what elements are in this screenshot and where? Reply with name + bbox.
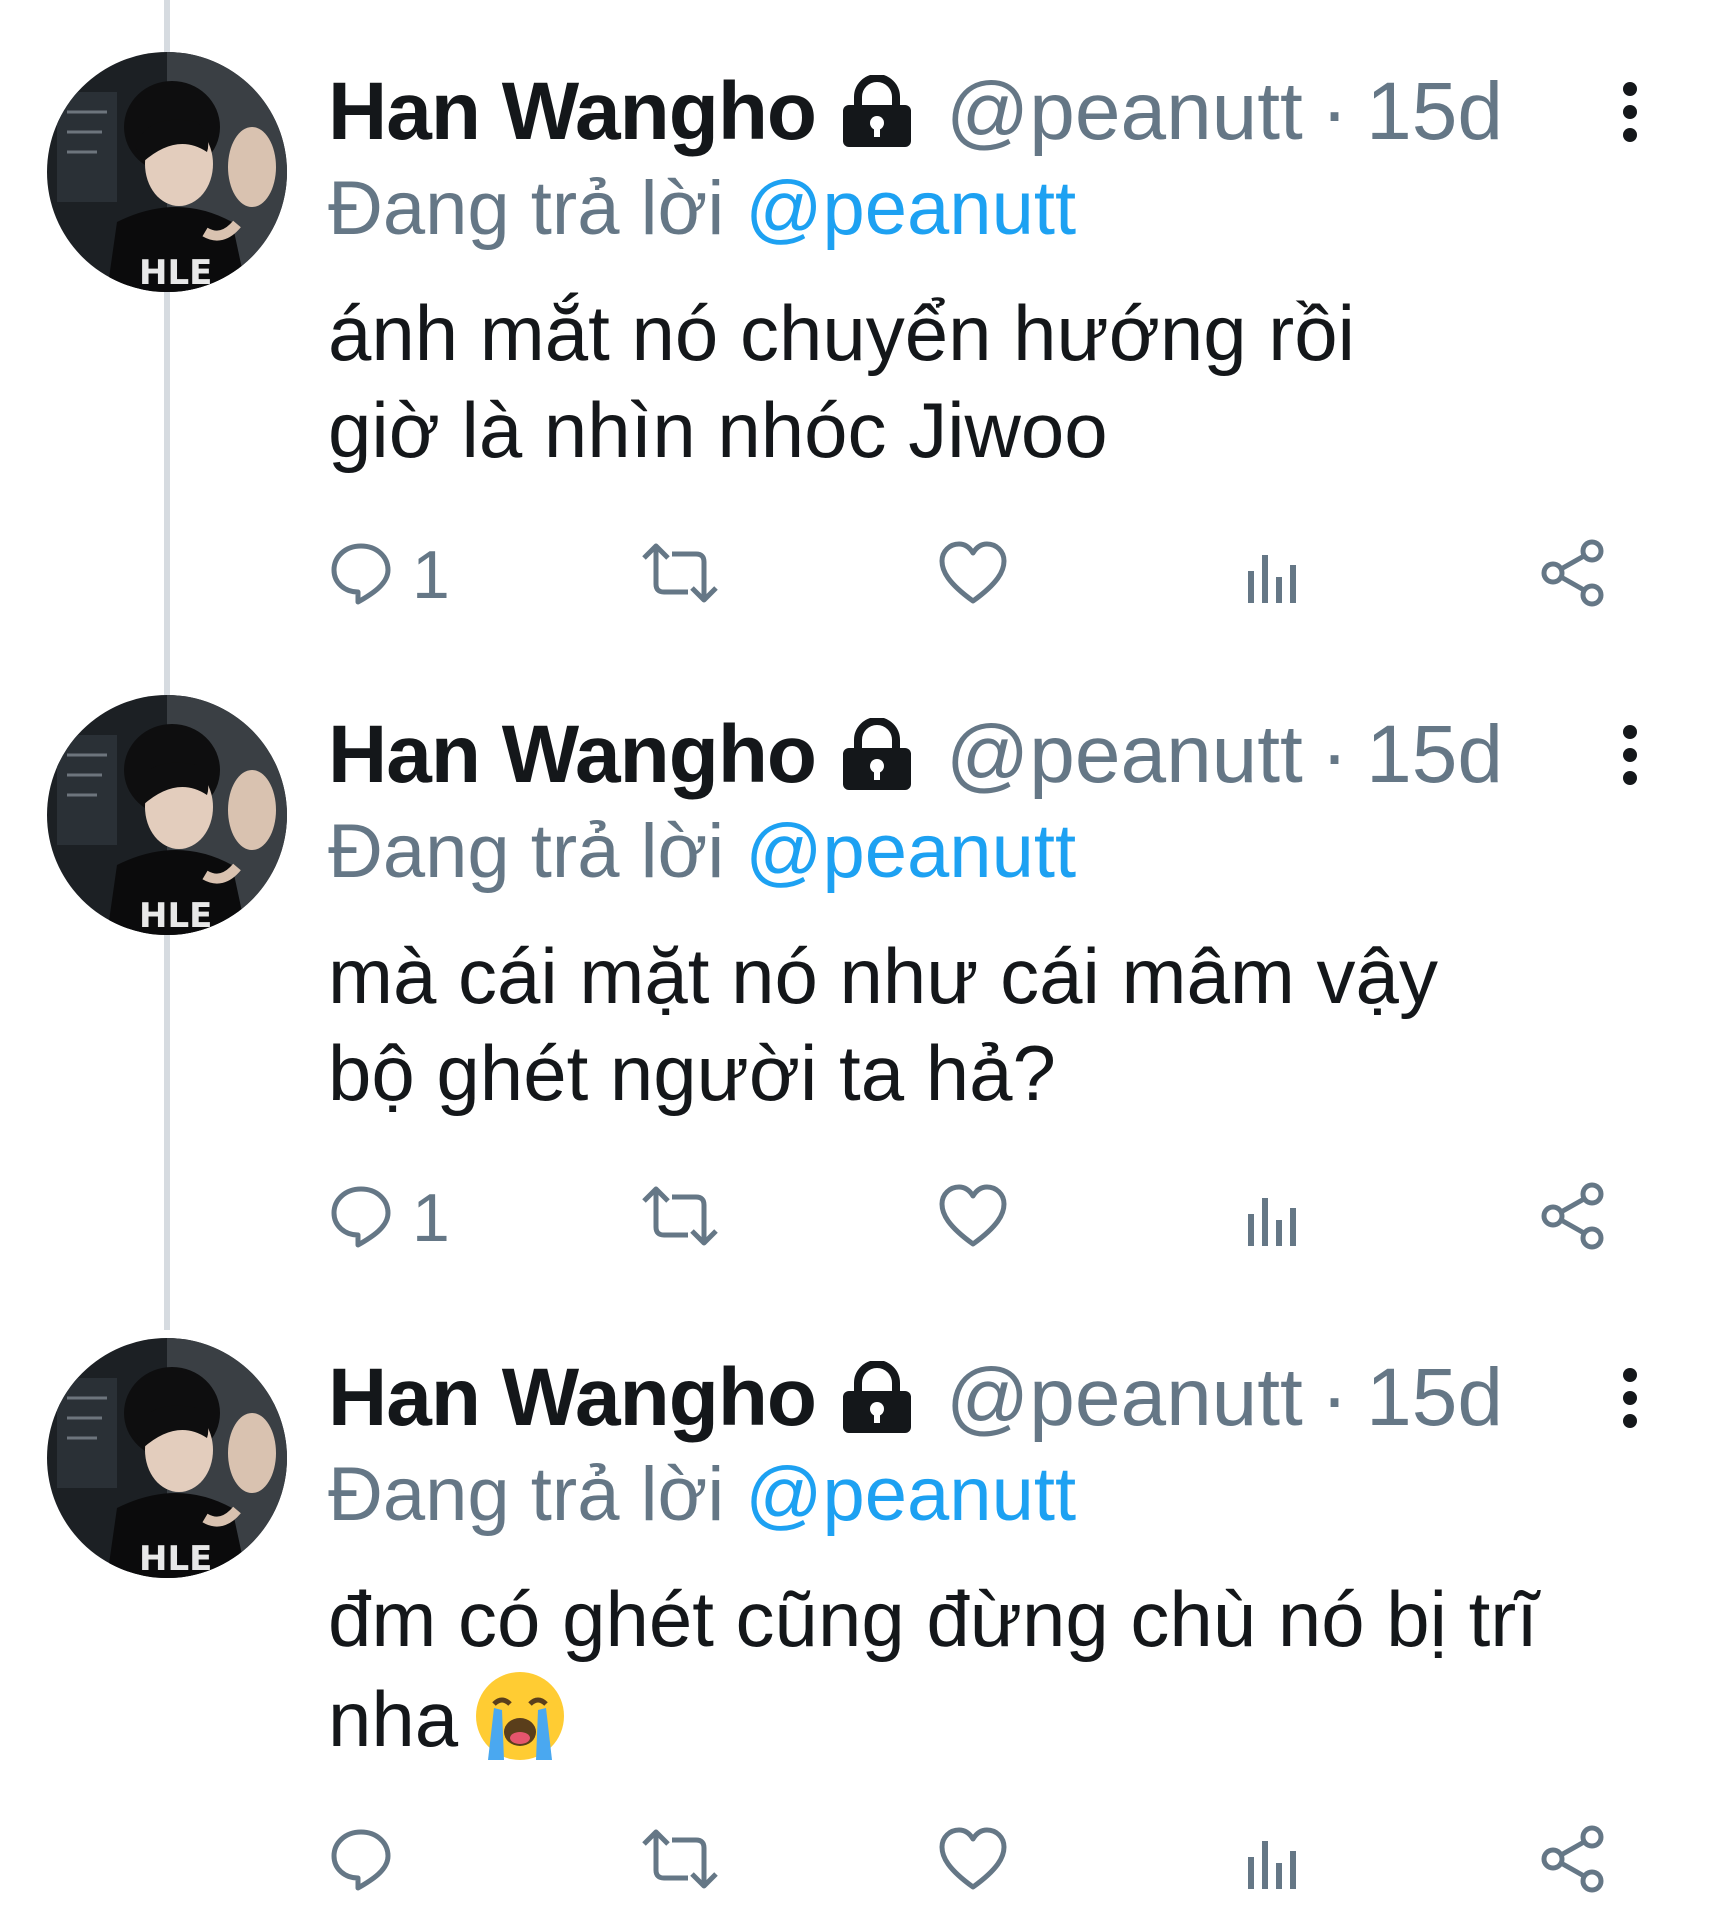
more-vertical-icon[interactable] xyxy=(1600,715,1660,795)
share-button[interactable] xyxy=(1538,1173,1608,1263)
analytics-icon xyxy=(1243,1184,1303,1253)
loudly-crying-face-icon xyxy=(472,1668,568,1786)
reply-icon xyxy=(328,540,394,611)
lock-icon xyxy=(838,75,916,149)
author-handle[interactable]: @peanutt xyxy=(946,65,1303,159)
like-button[interactable] xyxy=(938,1173,1008,1263)
avatar-text: HLE xyxy=(139,1539,212,1578)
more-vertical-icon[interactable] xyxy=(1600,72,1660,152)
replying-prefix: Đang trả lời xyxy=(328,1452,725,1537)
lock-icon xyxy=(838,1361,916,1435)
tweet-text-line-with-emoji: nha xyxy=(328,1668,1688,1786)
share-icon xyxy=(1538,538,1608,613)
heart-icon xyxy=(938,1184,1008,1253)
mention-link[interactable]: @peanutt xyxy=(745,166,1076,251)
share-icon xyxy=(1538,1181,1608,1256)
reply-icon xyxy=(328,1826,394,1897)
author-name[interactable]: Han Wangho xyxy=(328,65,817,159)
tweet-text-line: đm có ghét cũng đừng chù nó bị trĩ xyxy=(328,1575,1538,1663)
retweet-icon xyxy=(638,1826,722,1897)
tweet-text-line: mà cái mặt nó như cái mâm vậy xyxy=(328,932,1438,1020)
separator: · xyxy=(1320,709,1349,800)
retweet-icon xyxy=(638,540,722,611)
reply-count: 1 xyxy=(412,1180,450,1256)
timestamp[interactable]: 15d xyxy=(1366,708,1503,802)
reply-button[interactable]: 1 xyxy=(328,1173,450,1263)
replying-to: Đang trả lời @peanutt xyxy=(328,1451,1076,1538)
author-handle[interactable]: @peanutt xyxy=(946,1351,1303,1445)
analytics-button[interactable] xyxy=(1243,1816,1303,1906)
analytics-icon xyxy=(1243,1827,1303,1896)
retweet-button[interactable] xyxy=(638,1173,722,1263)
author-name[interactable]: Han Wangho xyxy=(328,1351,817,1445)
timestamp[interactable]: 15d xyxy=(1366,65,1503,159)
like-button[interactable] xyxy=(938,530,1008,620)
tweet-text: ánh mắt nó chuyển hướng rồi giờ là nhìn … xyxy=(328,285,1688,479)
replying-to: Đang trả lời @peanutt xyxy=(328,165,1076,252)
tweet-text: mà cái mặt nó như cái mâm vậy bộ ghét ng… xyxy=(328,928,1688,1122)
avatar[interactable]: HLE xyxy=(47,52,287,292)
avatar[interactable]: HLE xyxy=(47,695,287,935)
replying-to: Đang trả lời @peanutt xyxy=(328,808,1076,895)
avatar-text: HLE xyxy=(139,896,212,935)
share-icon xyxy=(1538,1824,1608,1899)
tweet-text-line: bộ ghét người ta hả? xyxy=(328,1029,1056,1117)
more-vertical-icon[interactable] xyxy=(1600,1358,1660,1438)
author-handle[interactable]: @peanutt xyxy=(946,708,1303,802)
tweet-text-line: ánh mắt nó chuyển hướng rồi xyxy=(328,289,1355,377)
tweet[interactable]: HLE Han Wangho @peanutt · 15d Đang trả l… xyxy=(0,643,1723,1283)
mention-link[interactable]: @peanutt xyxy=(745,1452,1076,1537)
reply-button[interactable] xyxy=(328,1816,412,1906)
replying-prefix: Đang trả lời xyxy=(328,166,725,251)
lock-icon xyxy=(838,718,916,792)
analytics-button[interactable] xyxy=(1243,1173,1303,1263)
retweet-button[interactable] xyxy=(638,530,722,620)
separator: · xyxy=(1320,1352,1349,1443)
analytics-icon xyxy=(1243,541,1303,610)
retweet-button[interactable] xyxy=(638,1816,722,1906)
avatar[interactable]: HLE xyxy=(47,1338,287,1578)
heart-icon xyxy=(938,541,1008,610)
tweet-text-line: nha xyxy=(328,1675,459,1763)
retweet-icon xyxy=(638,1183,722,1254)
timestamp[interactable]: 15d xyxy=(1366,1351,1503,1445)
share-button[interactable] xyxy=(1538,530,1608,620)
tweet-text: đm có ghét cũng đừng chù nó bị trĩ nha xyxy=(328,1571,1688,1786)
reply-icon xyxy=(328,1183,394,1254)
analytics-button[interactable] xyxy=(1243,530,1303,620)
separator: · xyxy=(1320,66,1349,157)
mention-link[interactable]: @peanutt xyxy=(745,809,1076,894)
reply-count: 1 xyxy=(412,537,450,613)
reply-button[interactable]: 1 xyxy=(328,530,450,620)
share-button[interactable] xyxy=(1538,1816,1608,1906)
like-button[interactable] xyxy=(938,1816,1008,1906)
tweet-text-line: giờ là nhìn nhóc Jiwoo xyxy=(328,386,1108,474)
tweet[interactable]: HLE Han Wangho @peanutt · 15d Đang trả l… xyxy=(0,1286,1723,1926)
action-bar: 1 xyxy=(328,1173,1658,1263)
avatar-text: HLE xyxy=(139,253,212,292)
heart-icon xyxy=(938,1827,1008,1896)
action-bar xyxy=(328,1816,1658,1906)
replying-prefix: Đang trả lời xyxy=(328,809,725,894)
action-bar: 1 xyxy=(328,530,1658,620)
tweet[interactable]: HLE Han Wangho @peanutt · 15d Đang trả l… xyxy=(0,0,1723,640)
author-name[interactable]: Han Wangho xyxy=(328,708,817,802)
